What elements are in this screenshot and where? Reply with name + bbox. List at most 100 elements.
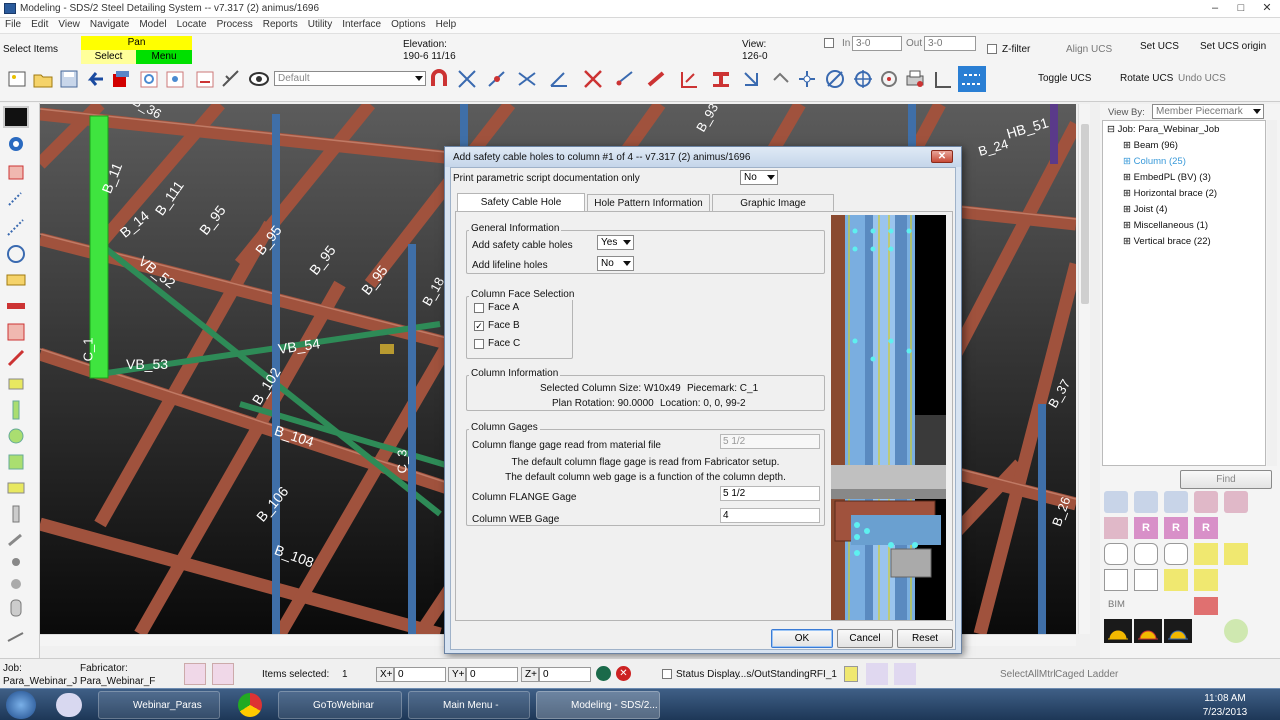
add-safety-dropdown[interactable]: Yes [597, 235, 634, 250]
palette-tool-icon[interactable] [1164, 491, 1188, 513]
tree-item-vertical-brace[interactable]: ⊞ Vertical brace (22) [1123, 236, 1211, 247]
dimension-icon[interactable] [932, 68, 954, 90]
crosshair-icon[interactable] [852, 68, 874, 90]
find-button[interactable]: Find [1180, 470, 1272, 489]
palette-tool-icon[interactable] [1224, 619, 1248, 643]
caged-ladder[interactable]: Caged Ladder [1055, 669, 1118, 680]
snap-line-icon[interactable] [486, 68, 508, 90]
viewport-vertical-scrollbar[interactable] [1078, 104, 1090, 634]
menu-file[interactable]: File [0, 18, 26, 30]
tree-item-miscellaneous[interactable]: ⊞ Miscellaneous (1) [1123, 220, 1208, 231]
print-doc-dropdown[interactable]: No [740, 170, 778, 185]
menu-navigate[interactable]: Navigate [85, 18, 134, 30]
palette-tool-icon[interactable] [1104, 517, 1128, 539]
tree-item-beam[interactable]: ⊞ Beam (96) [1123, 140, 1178, 151]
palette-tool-icon[interactable] [1104, 569, 1128, 591]
hardhat-icon[interactable] [1134, 619, 1162, 643]
bolt-icon[interactable] [164, 68, 186, 90]
view-preset-dropdown[interactable]: Default [274, 71, 426, 86]
printer-icon[interactable] [904, 68, 926, 90]
tab-hole-pattern[interactable]: Hole Pattern Information [587, 194, 710, 212]
hardhat-icon[interactable] [1104, 619, 1132, 643]
palette-tool-icon[interactable] [1224, 491, 1248, 513]
web-gage-field[interactable]: 4 [720, 508, 820, 523]
menu-mode-indicator[interactable]: Menu [136, 50, 192, 64]
select-tool-icon[interactable] [6, 68, 28, 90]
active-tool-icon[interactable] [958, 66, 986, 92]
brace-icon[interactable] [5, 321, 27, 343]
add-lifeline-dropdown[interactable]: No [597, 256, 634, 271]
cancel-coords-icon[interactable]: ✕ [616, 666, 631, 681]
start-button-icon[interactable] [6, 691, 36, 719]
palette-icon[interactable] [866, 663, 888, 685]
open-folder-icon[interactable] [32, 68, 54, 90]
dotted-line-icon[interactable] [5, 217, 27, 239]
select-all-material[interactable]: SelectAllMtrl [1000, 669, 1056, 680]
status-display-checkbox[interactable] [662, 669, 672, 679]
palette-r-icon[interactable]: R [1164, 517, 1188, 539]
menu-view[interactable]: View [53, 18, 85, 30]
node-tool-icon[interactable] [796, 68, 818, 90]
measure-icon[interactable] [220, 68, 242, 90]
palette-icon[interactable] [184, 663, 206, 685]
target-icon[interactable] [878, 68, 900, 90]
tab-graphic-image[interactable]: Graphic Image [712, 194, 834, 212]
menu-help[interactable]: Help [431, 18, 462, 30]
taskbar-item-webinar-paras[interactable]: Webinar_Paras [98, 691, 220, 719]
snap-intersect-icon[interactable] [516, 68, 538, 90]
maximize-button[interactable]: □ [1230, 2, 1252, 16]
palette-tool-icon[interactable] [1194, 569, 1218, 591]
menu-model[interactable]: Model [134, 18, 171, 30]
menu-edit[interactable]: Edit [26, 18, 53, 30]
palette-tool-icon[interactable] [1164, 569, 1188, 591]
circle-icon[interactable] [5, 243, 27, 265]
z-field[interactable]: 0 [539, 667, 591, 682]
taskbar-item-main-menu[interactable]: Main Menu - SDS... [408, 691, 530, 719]
tree-scrollbar[interactable] [1267, 120, 1277, 466]
tab-safety-cable[interactable]: Safety Cable Hole information [457, 193, 585, 225]
monitor-icon[interactable] [3, 106, 29, 128]
out-field[interactable]: 3-0 [924, 36, 976, 51]
back-arrow-icon[interactable] [84, 68, 106, 90]
material-icon[interactable] [138, 68, 160, 90]
grid-tool-icon[interactable] [678, 68, 700, 90]
pin-icon[interactable] [5, 529, 27, 551]
cylinder-icon[interactable] [5, 597, 27, 619]
close-button[interactable]: ✕ [1256, 2, 1278, 16]
pan-mode-indicator[interactable]: Pan [81, 36, 192, 50]
dot-icon[interactable] [5, 551, 27, 573]
weld-symbol-icon[interactable] [5, 373, 27, 395]
set-ucs-origin-button[interactable]: Set UCS origin [1200, 41, 1266, 52]
menu-reports[interactable]: Reports [258, 18, 303, 30]
hardhat-icon[interactable] [1164, 619, 1192, 643]
taskbar-item-gotowebinar[interactable]: GoToWebinar [278, 691, 402, 719]
palette-tool-icon[interactable] [1104, 543, 1128, 565]
x-field[interactable]: 0 [394, 667, 446, 682]
snap-angle-icon[interactable] [548, 68, 570, 90]
quicklaunch-icon[interactable] [56, 693, 82, 717]
face-a-checkbox[interactable] [474, 303, 484, 313]
face-c-checkbox[interactable] [474, 339, 484, 349]
rotate-ucs-button[interactable]: Rotate UCS [1120, 73, 1173, 84]
chrome-icon[interactable] [238, 693, 262, 717]
dialog-titlebar[interactable]: Add safety cable holes to column #1 of 4… [445, 147, 961, 167]
set-ucs-button[interactable]: Set UCS [1140, 41, 1179, 52]
palette-r-icon[interactable]: R [1134, 517, 1158, 539]
snap-end-icon[interactable] [614, 68, 636, 90]
plate-tool-icon[interactable] [770, 68, 792, 90]
delete-cross-icon[interactable] [582, 68, 604, 90]
save-icon[interactable] [58, 68, 80, 90]
rotate-tool-icon[interactable] [740, 68, 762, 90]
stud-icon[interactable] [5, 573, 27, 595]
red-member-icon[interactable] [110, 68, 132, 90]
accept-coords-icon[interactable] [596, 666, 611, 681]
pipe-icon[interactable] [5, 399, 27, 421]
weld-icon[interactable] [194, 68, 216, 90]
palette-tool-icon[interactable] [1134, 491, 1158, 513]
in-checkbox[interactable] [824, 38, 834, 48]
reset-button[interactable]: Reset [897, 629, 953, 648]
zoom-circle-icon[interactable] [824, 68, 846, 90]
note-icon[interactable] [844, 666, 858, 682]
ok-button[interactable]: OK [771, 629, 833, 648]
angle-icon[interactable] [5, 347, 27, 369]
